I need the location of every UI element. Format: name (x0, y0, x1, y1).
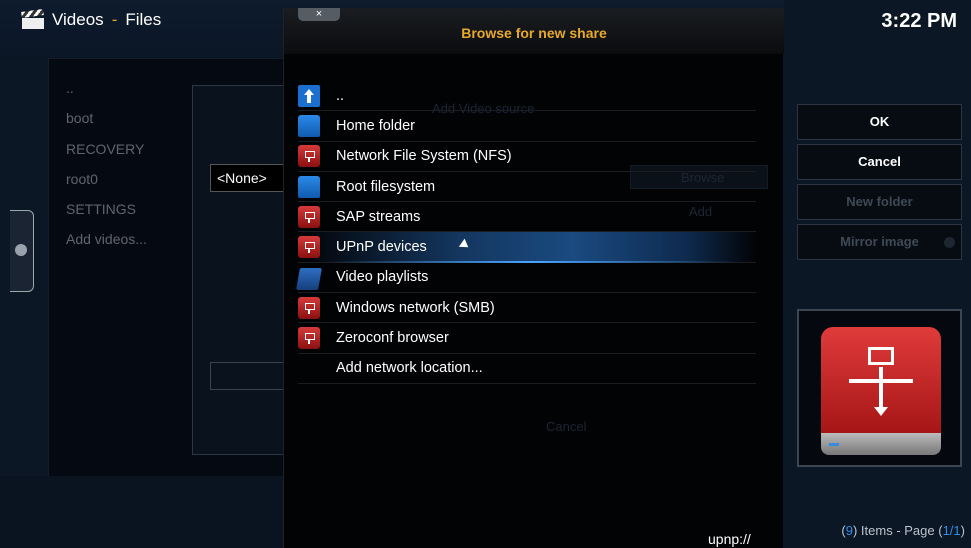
clock: 3:22 PM (881, 10, 957, 32)
list-item-label: Windows network (SMB) (336, 299, 495, 316)
list-item-video-playlists[interactable]: Video playlists (296, 263, 756, 294)
drive-icon (298, 175, 320, 198)
list-item: boot (66, 110, 94, 127)
list-item-label: Home folder (336, 117, 415, 134)
list-item-add-network-location[interactable]: Add network location... (298, 354, 756, 384)
current-path: upnp:// (708, 531, 751, 547)
mouse-pointer-icon (458, 239, 472, 252)
list-item: Add videos... (66, 231, 147, 248)
mirror-image-label: Mirror image (840, 234, 919, 249)
side-menu-icon (15, 244, 27, 256)
items-page-text: Items - Page (857, 523, 939, 538)
list-item-parent[interactable]: .. (298, 81, 756, 112)
clapperboard-icon (21, 8, 44, 29)
folder-icon (296, 268, 322, 291)
home-folder-icon (298, 114, 320, 137)
list-item-label: Zeroconf browser (336, 330, 449, 347)
network-drive-icon (298, 236, 320, 259)
list-item-label: Root filesystem (336, 178, 436, 195)
list-item-label: Network File System (NFS) (336, 148, 512, 165)
network-drive-icon (821, 327, 941, 455)
list-item-label: SAP streams (336, 208, 421, 225)
list-item-smb[interactable]: Windows network (SMB) (298, 293, 756, 324)
breadcrumb-separator: - (111, 10, 118, 29)
list-item-zeroconf[interactable]: Zeroconf browser (298, 323, 756, 354)
ok-button[interactable]: OK (797, 104, 962, 140)
kodi-window: Videos - Files .. boot RECOVERY root0 SE… (0, 0, 971, 548)
source-none-button[interactable]: <None> (210, 164, 288, 192)
list-item-home-folder[interactable]: Home folder (298, 111, 756, 142)
side-button-panel: 3:22 PM OK Cancel New folder Mirror imag… (784, 0, 971, 548)
list-item: RECOVERY (66, 140, 145, 157)
mirror-image-button[interactable]: Mirror image (797, 224, 962, 260)
new-folder-button[interactable]: New folder (797, 184, 962, 220)
header-breadcrumb: Videos - Files (21, 8, 162, 30)
ghost-cancel-label: Cancel (546, 419, 587, 434)
list-item-sap-streams[interactable]: SAP streams (298, 202, 756, 233)
list-item-nfs[interactable]: Network File System (NFS) (298, 142, 756, 172)
network-drive-icon (298, 145, 320, 168)
browse-share-dialog: × Browse for new share Add Video source … (283, 8, 784, 548)
section-title: Videos (52, 10, 104, 29)
page-number: 1/1 (942, 523, 961, 538)
list-item-label: Add network location... (336, 360, 483, 377)
close-button[interactable]: × (298, 8, 340, 21)
item-count: 9 (845, 523, 853, 538)
dialog-title: Browse for new share (461, 25, 607, 41)
background-file-list: .. boot RECOVERY root0 SETTINGS Add vide… (66, 73, 147, 255)
source-name-field[interactable] (210, 362, 288, 390)
subsection-title: Files (125, 10, 162, 29)
mirror-image-toggle-icon (944, 237, 955, 248)
cancel-button[interactable]: Cancel (797, 144, 962, 180)
share-list: .. Home folder Network File System (NFS)… (296, 81, 756, 384)
network-drive-icon (298, 296, 320, 319)
background-source-dialog (192, 85, 288, 455)
network-drive-icon (298, 327, 320, 350)
network-drive-icon (298, 205, 320, 228)
list-item: .. (66, 80, 74, 96)
parent-folder-icon (298, 84, 320, 107)
preview-thumbnail (797, 309, 962, 467)
list-item: SETTINGS (66, 201, 137, 218)
list-item: root0 (66, 170, 98, 187)
background-footer (0, 476, 290, 548)
list-item-label: Video playlists (336, 269, 429, 286)
side-menu-tab[interactable] (10, 210, 34, 292)
list-item-root-filesystem[interactable]: Root filesystem (298, 172, 756, 203)
list-item-label: .. (336, 87, 345, 104)
list-item-label: UPnP devices (336, 239, 427, 256)
items-page-status: (9) Items - Page (1/1) (841, 523, 965, 538)
list-item-upnp-devices[interactable]: UPnP devices (298, 232, 756, 264)
